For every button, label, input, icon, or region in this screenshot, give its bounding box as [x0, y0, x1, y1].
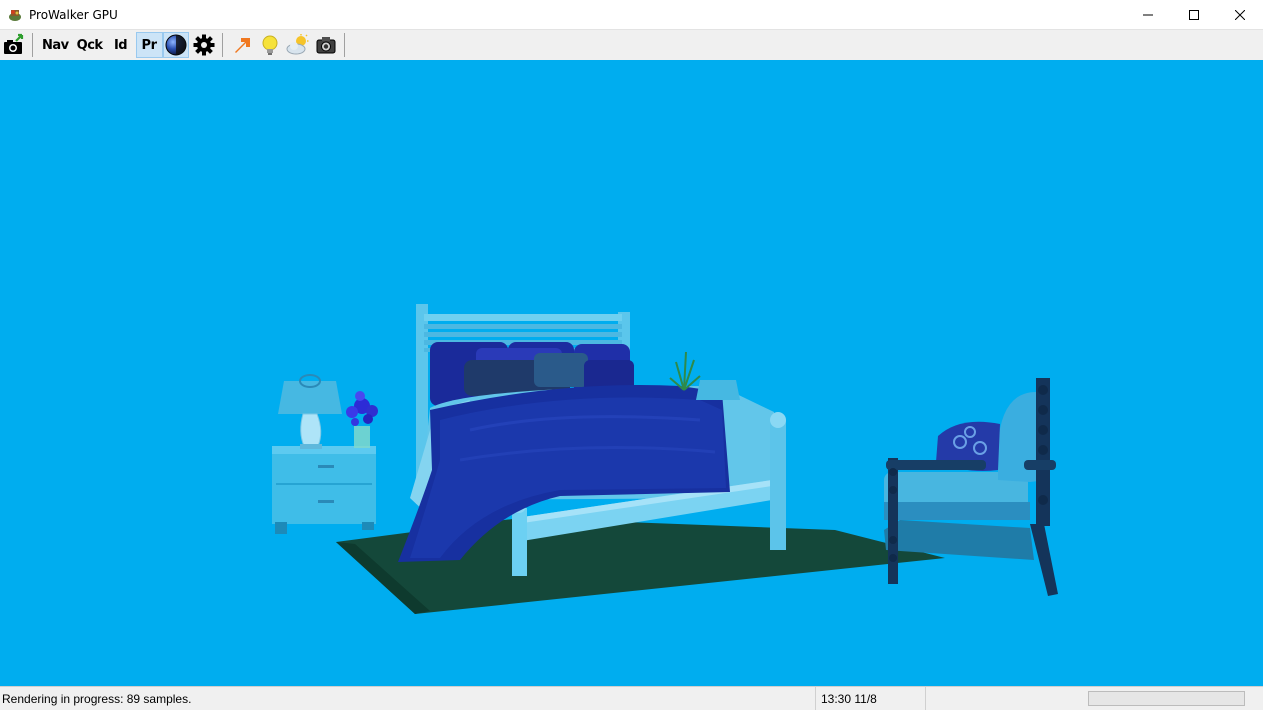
light-button[interactable]	[257, 32, 283, 58]
toolbar-separator	[32, 33, 33, 57]
nightstand	[272, 446, 376, 534]
minimize-icon	[1143, 14, 1153, 15]
camera-export-icon	[4, 33, 24, 54]
close-button[interactable]	[1217, 0, 1263, 29]
table-lamp	[278, 374, 342, 449]
window-title: ProWalker GPU	[29, 7, 118, 22]
nav-mode-button[interactable]: Nav	[39, 32, 72, 58]
app-window: ProWalker GPU Nav Qck Id Pr Rendering in…	[0, 0, 1263, 710]
toolbar-separator	[343, 33, 345, 57]
globe-button[interactable]	[162, 32, 189, 58]
lightbulb-icon	[262, 35, 277, 55]
title-bar: ProWalker GPU	[0, 0, 1263, 29]
armchair	[884, 378, 1058, 596]
render-scene	[272, 304, 1058, 614]
status-message: Rendering in progress: 89 samples.	[2, 692, 192, 706]
maximize-button[interactable]	[1171, 0, 1217, 29]
globe-icon	[165, 34, 186, 56]
snapshot-button[interactable]	[1, 32, 27, 58]
gear-icon	[193, 34, 214, 56]
id-mode-button[interactable]: Id	[108, 32, 134, 58]
arrow-tool-button[interactable]	[229, 32, 255, 58]
render-progress-bar	[1088, 691, 1245, 706]
app-icon	[9, 9, 21, 21]
plant	[669, 351, 701, 391]
quick-mode-button[interactable]: Qck	[74, 32, 106, 58]
toolbar-separator	[221, 33, 223, 57]
window-controls	[1125, 0, 1263, 29]
minimize-button[interactable]	[1125, 0, 1171, 29]
maximize-icon	[1189, 9, 1199, 20]
table-lamp	[696, 380, 740, 400]
settings-button[interactable]	[191, 32, 217, 58]
camera-button[interactable]	[313, 32, 339, 58]
flower-vase	[346, 391, 378, 448]
close-icon	[1235, 9, 1245, 20]
toolbar: Nav Qck Id Pr	[0, 29, 1263, 61]
arrow-icon	[234, 38, 250, 53]
pr-mode-button[interactable]: Pr	[135, 32, 163, 58]
render-viewport[interactable]	[0, 60, 1263, 686]
sun-cloud-icon	[286, 34, 308, 55]
sky-button[interactable]	[285, 32, 311, 58]
status-time: 13:30 11/8	[815, 687, 925, 710]
status-panel	[925, 687, 1085, 710]
camera-icon	[316, 37, 335, 54]
status-bar: Rendering in progress: 89 samples. 13:30…	[0, 686, 1263, 710]
